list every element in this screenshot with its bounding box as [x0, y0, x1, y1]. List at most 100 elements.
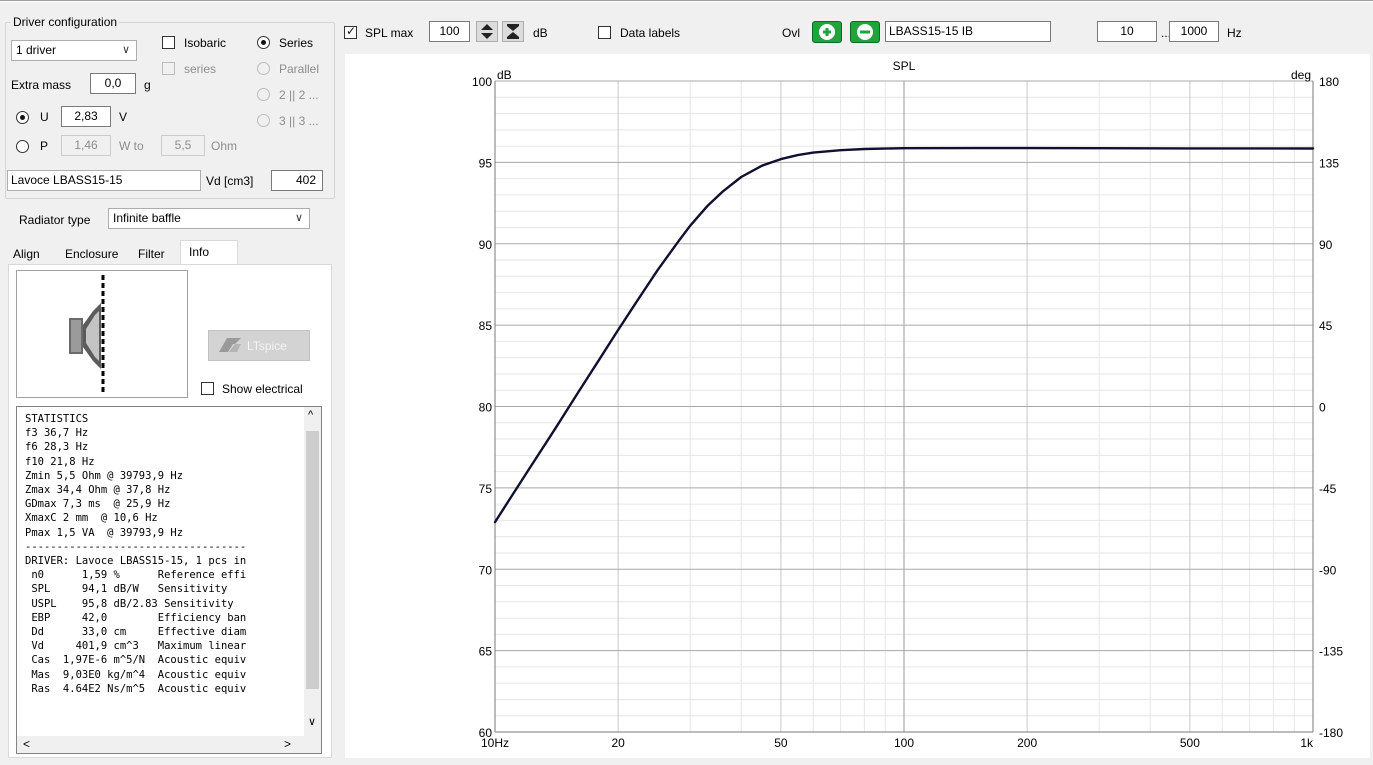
- minus-icon: [857, 24, 873, 40]
- vertical-scrollbar[interactable]: ^ ∨: [304, 407, 321, 737]
- y2-tick-label: -135: [1319, 645, 1343, 659]
- y2-tick-label: 0: [1319, 401, 1326, 415]
- driver-name-field[interactable]: Lavoce LBASS15-15: [7, 170, 201, 191]
- freq-max-input[interactable]: 1000: [1169, 21, 1219, 42]
- isobaric-label: Isobaric: [184, 36, 227, 50]
- voltage-label: U: [40, 110, 49, 124]
- tab-align[interactable]: Align: [8, 243, 45, 265]
- isobaric-checkbox[interactable]: [162, 36, 175, 49]
- tab-info[interactable]: Info: [180, 240, 238, 265]
- isobaric-series-label: series: [184, 62, 217, 76]
- driver-count-value: 1 driver: [16, 43, 57, 57]
- overlay-name-input[interactable]: LBASS15-15 IB: [885, 21, 1051, 42]
- remove-overlay-button[interactable]: [850, 21, 880, 43]
- statistics-line: f6 28,3 Hz: [25, 441, 89, 454]
- ltspice-button[interactable]: LTspice: [208, 330, 310, 361]
- statistics-line: Cas 1,97E-6 m^5/N Acoustic equiv: [25, 654, 247, 667]
- plus-icon: [819, 24, 835, 40]
- chevron-down-icon: ∨: [294, 212, 303, 224]
- x-tick-label: 10Hz: [481, 736, 509, 750]
- radiator-type-value: Infinite baffle: [113, 211, 181, 225]
- y2-axis-unit-label: deg: [1291, 68, 1311, 82]
- statistics-line: Mas 9,03E0 kg/m^4 Acoustic equiv: [25, 668, 247, 681]
- driver-count-select[interactable]: 1 driver ∨: [11, 40, 137, 61]
- power-input[interactable]: 1,46: [61, 135, 111, 156]
- statistics-line: DRIVER: Lavoce LBASS15-15, 1 pcs in: [25, 555, 247, 568]
- statistics-line: Zmin 5,5 Ohm @ 39793,9 Hz: [25, 469, 184, 482]
- chart-grid: [494, 80, 1314, 733]
- power-radio[interactable]: [16, 140, 29, 153]
- y2-tick-label: 135: [1319, 156, 1339, 170]
- db-unit-label: dB: [533, 26, 548, 40]
- x-tick-label: 500: [1180, 736, 1200, 750]
- voltage-unit: V: [119, 110, 128, 124]
- two-two-label: 2 || 2 ...: [279, 88, 319, 102]
- ohm-input[interactable]: 5,5: [161, 135, 205, 156]
- y-tick-label: 100: [472, 75, 492, 89]
- data-labels-checkbox[interactable]: [598, 26, 611, 39]
- x-tick-label: 20: [611, 736, 625, 750]
- statistics-line: Ras 4.64E2 Ns/m^5 Acoustic equiv: [25, 682, 247, 695]
- show-electrical-checkbox[interactable]: [201, 382, 214, 395]
- radiator-type-select[interactable]: Infinite baffle ∨: [108, 208, 310, 229]
- x-tick-label: 100: [894, 736, 914, 750]
- two-two-radio[interactable]: [257, 88, 270, 101]
- ohm-unit: Ohm: [211, 139, 238, 153]
- voltage-input[interactable]: 2,83: [61, 106, 111, 127]
- statistics-line: STATISTICS: [25, 413, 89, 425]
- statistics-line: EBP 42,0 Efficiency ban: [25, 611, 247, 624]
- y2-tick-label: -180: [1319, 726, 1343, 740]
- hz-unit-label: Hz: [1227, 26, 1242, 40]
- expand-vertical-icon: [507, 24, 519, 39]
- vd-field[interactable]: 402: [271, 170, 323, 191]
- voltage-radio[interactable]: [16, 111, 29, 124]
- autoscale-button[interactable]: [502, 21, 524, 42]
- ltspice-label: LTspice: [247, 339, 287, 353]
- scrollbar-thumb[interactable]: [306, 431, 319, 689]
- up-down-arrow-icon: [481, 24, 493, 39]
- spin-up-down-button[interactable]: [476, 21, 498, 42]
- parallel-label: Parallel: [279, 62, 320, 76]
- ltspice-logo-icon: [217, 336, 243, 354]
- add-overlay-button[interactable]: [812, 21, 842, 43]
- chart-title: SPL: [893, 59, 916, 73]
- isobaric-series-checkbox[interactable]: [162, 62, 175, 75]
- extra-mass-input[interactable]: 0,0: [90, 73, 136, 94]
- scroll-right-icon[interactable]: >: [284, 737, 291, 751]
- spl-max-checkbox[interactable]: [344, 24, 357, 39]
- statistics-textbox[interactable]: STATISTICS f3 36,7 Hz f6 28,3 Hz f10 21,8 H…: [16, 406, 322, 754]
- tab-filter[interactable]: Filter: [133, 243, 170, 265]
- y-axis-unit-label: dB: [497, 68, 512, 82]
- spl-chart[interactable]: 6065707580859095100-180-135-90-450459013…: [345, 54, 1370, 758]
- freq-min-input[interactable]: 10: [1097, 21, 1157, 42]
- statistics-line: GDmax 7,3 ms @ 25,9 Hz: [25, 498, 171, 511]
- vd-label: Vd [cm3]: [206, 174, 254, 188]
- series-radio[interactable]: [257, 36, 270, 49]
- series-label: Series: [279, 36, 314, 50]
- tab-enclosure[interactable]: Enclosure: [60, 243, 123, 265]
- w-to-label: W to: [119, 139, 144, 153]
- data-labels-label: Data labels: [620, 26, 681, 40]
- scroll-down-icon[interactable]: ∨: [308, 715, 316, 728]
- statistics-line: Vd 401,9 cm^3 Maximum linear: [25, 640, 247, 653]
- parallel-radio[interactable]: [257, 62, 270, 75]
- y-tick-label: 85: [479, 319, 493, 333]
- horizontal-scrollbar[interactable]: < >: [17, 736, 321, 753]
- statistics-line: Dd 33,0 cm Effective diam: [25, 626, 247, 639]
- driver-config-title: Driver configuration: [11, 15, 120, 29]
- x-tick-label: 200: [1017, 736, 1037, 750]
- y2-tick-label: -90: [1319, 563, 1337, 577]
- spl-max-input[interactable]: 100: [429, 21, 470, 42]
- statistics-line: f3 36,7 Hz: [25, 427, 89, 440]
- x-tick-label: 50: [774, 736, 788, 750]
- y-tick-label: 80: [479, 401, 493, 415]
- y2-tick-label: 180: [1319, 75, 1339, 89]
- three-three-radio[interactable]: [257, 114, 270, 127]
- y-tick-label: 90: [479, 238, 493, 252]
- scroll-left-icon[interactable]: <: [23, 737, 30, 751]
- statistics-line: Zmax 34,4 Ohm @ 37,8 Hz: [25, 484, 171, 497]
- statistics-line: XmaxC 2 mm @ 10,6 Hz: [25, 512, 158, 525]
- overlay-label: Ovl: [782, 26, 800, 40]
- scroll-up-icon[interactable]: ^: [308, 409, 313, 421]
- extra-mass-label: Extra mass: [11, 78, 72, 92]
